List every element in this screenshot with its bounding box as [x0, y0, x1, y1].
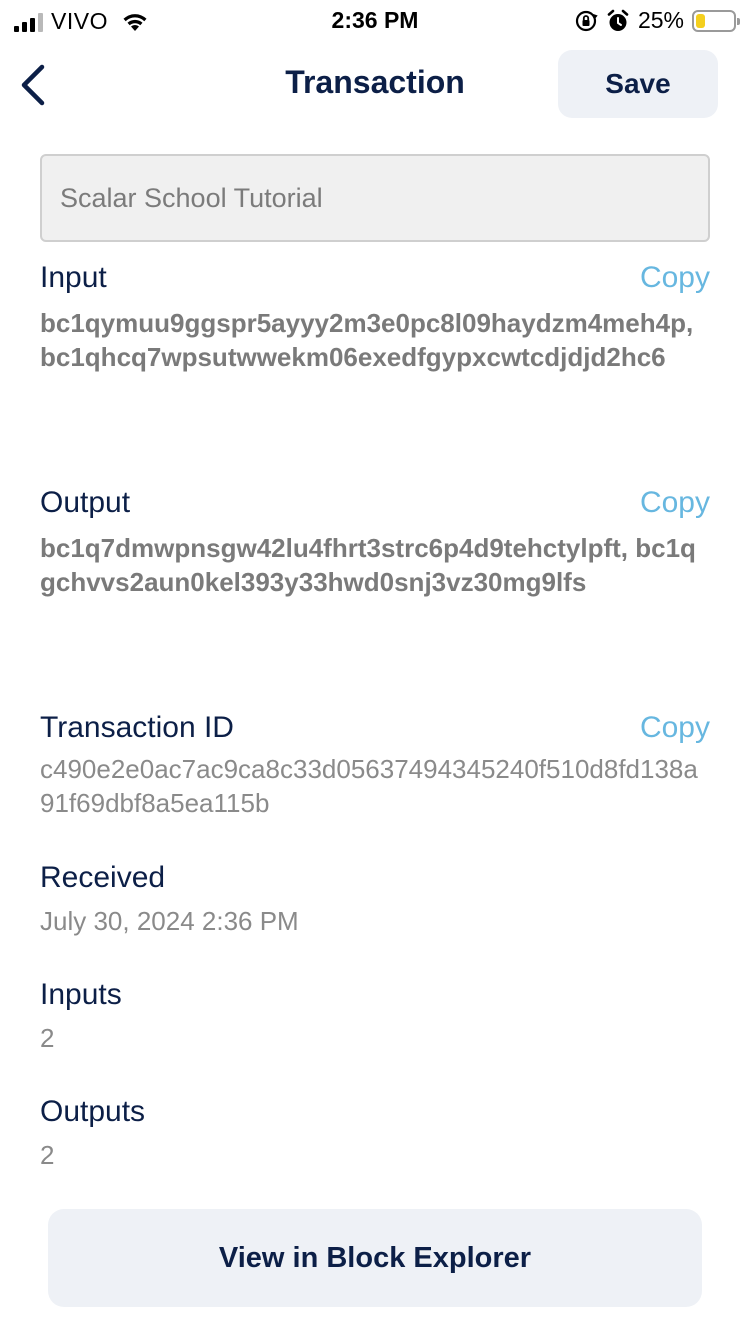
status-right: 25%	[574, 7, 740, 34]
outputs-count-section: Outputs 2	[40, 1094, 710, 1172]
copy-txid-button[interactable]: Copy	[640, 710, 710, 746]
input-addresses: bc1qymuu9ggspr5ayyy2m3e0pc8l09haydzm4meh…	[40, 308, 694, 372]
chevron-left-icon	[21, 64, 45, 106]
battery-percent: 25%	[637, 7, 684, 33]
output-section: Output Copy bc1q7dmwpnsgw42lu4fhrt3strc6…	[40, 485, 710, 599]
received-label: Received	[40, 861, 166, 894]
outputs-count-label: Outputs	[40, 1095, 146, 1128]
txid-label: Transaction ID	[40, 711, 234, 744]
inputs-count-value: 2	[40, 1023, 55, 1053]
output-label: Output	[40, 486, 131, 519]
memo-input[interactable]	[40, 154, 710, 242]
battery-icon	[692, 9, 740, 32]
copy-input-button[interactable]: Copy	[640, 260, 710, 296]
inputs-count-label: Inputs	[40, 978, 122, 1011]
view-block-explorer-button[interactable]: View in Block Explorer	[48, 1209, 702, 1307]
output-addresses: bc1q7dmwpnsgw42lu4fhrt3strc6p4d9tehctylp…	[40, 533, 696, 597]
txid-value: c490e2e0ac7ac9ca8c33d05637494345240f510d…	[40, 754, 698, 818]
battery-level	[696, 13, 705, 28]
save-button[interactable]: Save	[558, 50, 718, 118]
back-button[interactable]	[14, 62, 54, 108]
input-section: Input Copy bc1qymuu9ggspr5ayyy2m3e0pc8l0…	[40, 260, 710, 374]
orientation-lock-icon	[575, 10, 598, 31]
received-section: Received July 30, 2024 2:36 PM	[40, 860, 710, 938]
inputs-count-section: Inputs 2	[40, 977, 710, 1055]
status-bar: VIVO 2:36 PM 25%	[0, 0, 750, 40]
input-label: Input	[40, 261, 107, 294]
copy-output-button[interactable]: Copy	[640, 485, 710, 521]
outputs-count-value: 2	[40, 1140, 55, 1170]
alarm-icon	[607, 9, 629, 31]
received-value: July 30, 2024 2:36 PM	[40, 906, 299, 936]
txid-section: Transaction ID Copy c490e2e0ac7ac9ca8c33…	[40, 710, 710, 820]
